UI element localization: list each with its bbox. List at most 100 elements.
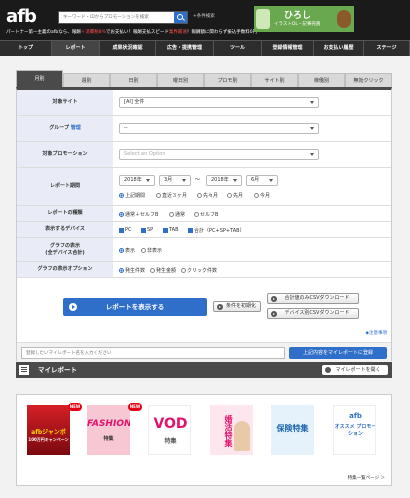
nav-item-registration[interactable]: 登録情報管理 — [262, 41, 314, 56]
condition-search-link[interactable]: +条件検索 — [193, 13, 215, 19]
show-report-button[interactable]: レポートを表示する — [63, 298, 207, 316]
type-option-normal[interactable]: 通常 — [169, 211, 185, 218]
device-label: 表示するデバイス — [17, 222, 113, 237]
row-site: 対象サイト [AI] 全件 — [17, 90, 391, 116]
feature-banner-insurance[interactable]: 保険特集 — [271, 405, 314, 455]
features-list-link[interactable]: 特集一覧ページ ＞ — [348, 475, 385, 481]
report-form-panel: 対象サイト [AI] 全件 グループ 管理 -- 対象プロモーション Selec… — [16, 87, 392, 362]
nav-item-ads[interactable]: 広告・提携管理 — [156, 41, 214, 56]
tab-promo[interactable]: プロモ別 — [204, 73, 251, 87]
reset-button[interactable]: 条件を初期化 — [213, 301, 261, 312]
notes-link[interactable]: ◆注意事項 — [366, 330, 387, 336]
afb-logo[interactable]: afb — [6, 6, 54, 27]
period-from-year[interactable]: 2018年 — [119, 175, 155, 186]
tab-daily[interactable]: 日別 — [110, 73, 157, 87]
myreport-open-button[interactable]: マイレポートを開く — [322, 365, 388, 375]
features-section: afbジャンボ 100万円キャンペーン NEW FASHION 特集 NEW V… — [16, 394, 392, 486]
play-icon — [325, 367, 331, 373]
feature-banner-konkatsu[interactable]: 婚活特集 — [210, 405, 253, 455]
site-label: 対象サイト — [17, 90, 113, 115]
group-manage-link[interactable]: 管理 — [71, 125, 81, 132]
period-option-3months[interactable]: 直近３ヶ月 — [156, 192, 187, 199]
row-graph-options: グラフの表示オプション 発生件数 発生金額 クリック件数 — [17, 262, 391, 278]
row-graph: グラフの表示 (全デバイス合計) 表示 非表示 — [17, 238, 391, 262]
report-type-label: レポートの種類 — [17, 206, 113, 221]
nav-item-payments[interactable]: お支払い履歴 — [314, 41, 364, 56]
feature-banner-fashion[interactable]: FASHION 特集 — [87, 405, 130, 455]
graph-label: グラフの表示 (全デバイス合計) — [17, 238, 113, 261]
row-period: レポート期間 2018年 3月 〜 2018年 6月 上記期間 直近３ヶ月 先々… — [17, 168, 391, 206]
nav-item-report[interactable]: レポート — [52, 41, 100, 56]
nav-item-tools[interactable]: ツール — [214, 41, 262, 56]
banner-subtitle: イラストDL・記事売買 — [274, 22, 321, 27]
report-tabs: 月別 週別 日別 曜日別 プロモ別 サイト別 稼働別 無効クリック — [16, 70, 392, 87]
play-icon — [69, 303, 77, 311]
graphopt-clicks[interactable]: クリック件数 — [181, 267, 217, 274]
banner-character-image — [256, 9, 270, 29]
nav-item-results[interactable]: 成果状況確認 — [100, 41, 156, 56]
myreport-name-input[interactable] — [21, 347, 285, 359]
grid-icon — [19, 365, 29, 375]
person-image — [234, 421, 250, 451]
search-input[interactable] — [59, 12, 175, 23]
tab-monthly[interactable]: 月別 — [16, 70, 63, 87]
group-select[interactable]: -- — [119, 123, 319, 134]
type-option-normal-selfb[interactable]: 通常＋セルフB — [119, 211, 158, 218]
tagline: パートナー第一主義のafbなら、報酬＋消費税8%でお支払い！報酬支払スピード業界… — [6, 30, 258, 35]
device-tab-checkbox[interactable]: TAB — [163, 227, 179, 233]
period-from-month[interactable]: 3月 — [159, 175, 191, 186]
new-badge: NEW — [68, 403, 82, 411]
type-option-selfb[interactable]: セルフB — [194, 211, 218, 218]
period-to-month[interactable]: 6月 — [246, 175, 278, 186]
graph-option-show[interactable]: 表示 — [119, 247, 135, 254]
banner-title: ひろし — [284, 11, 312, 21]
myreport-save-row: 上記内容をマイレポートに登録 — [17, 342, 391, 362]
myreport-title: マイレポート — [38, 366, 77, 374]
period-option-custom[interactable]: 上記期間 — [119, 192, 145, 199]
device-pc-checkbox[interactable]: PC — [119, 227, 132, 233]
period-to-year[interactable]: 2018年 — [206, 175, 242, 186]
tab-site[interactable]: サイト別 — [251, 73, 298, 87]
feature-banner-jumbo[interactable]: afbジャンボ 100万円キャンペーン — [27, 405, 70, 455]
tab-weekly[interactable]: 週別 — [63, 73, 110, 87]
csv-device-button[interactable]: デバイス別CSVダウンロード — [267, 308, 359, 319]
tab-activity[interactable]: 稼働別 — [298, 73, 345, 87]
csv-total-button[interactable]: 合計値のみCSVダウンロード — [267, 293, 359, 304]
period-option-lastmonth[interactable]: 先月 — [227, 192, 243, 199]
period-separator: 〜 — [195, 177, 201, 183]
new-badge: NEW — [128, 403, 142, 411]
play-icon — [271, 311, 277, 317]
play-icon — [217, 304, 223, 310]
promotion-label: 対象プロモーション — [17, 142, 113, 167]
period-option-thismonth[interactable]: 今月 — [254, 192, 270, 199]
period-option-2monthsago[interactable]: 先々月 — [197, 192, 218, 199]
tab-weekday[interactable]: 曜日別 — [157, 73, 204, 87]
row-promotion: 対象プロモーション Select an Option — [17, 142, 391, 168]
row-group: グループ 管理 -- — [17, 116, 391, 142]
graphopt-count[interactable]: 発生件数 — [119, 267, 145, 274]
myreport-save-button[interactable]: 上記内容をマイレポートに登録 — [289, 347, 387, 359]
banner-character-image-2 — [337, 10, 351, 28]
feature-banner-vod[interactable]: VOD 特集 — [148, 405, 191, 455]
device-sp-checkbox[interactable]: SP — [141, 227, 153, 233]
period-label: レポート期間 — [17, 168, 113, 205]
play-icon — [271, 296, 277, 302]
graphopt-amount[interactable]: 発生金額 — [150, 267, 176, 274]
promotion-select[interactable]: Select an Option — [119, 149, 319, 160]
nav-item-top[interactable]: トップ — [0, 41, 52, 56]
feature-banner-recommend[interactable]: afb オススメ プロモーション — [333, 405, 376, 455]
graph-option-hide[interactable]: 非表示 — [141, 247, 162, 254]
site-header: afb +条件検索 パートナー第一主義のafbなら、報酬＋消費税8%でお支払い！… — [0, 0, 410, 40]
site-select[interactable]: [AI] 全件 — [119, 97, 319, 108]
nav-item-stage[interactable]: ステージ — [364, 41, 410, 56]
tab-invalid-click[interactable]: 無効クリック — [345, 73, 392, 87]
device-total-checkbox[interactable]: 合計（PC+SP+TAB） — [188, 227, 245, 234]
group-label: グループ 管理 — [17, 116, 113, 141]
main-nav: トップ レポート 成果状況確認 広告・提携管理 ツール 登録情報管理 お支払い履… — [0, 40, 410, 56]
graph-options-label: グラフの表示オプション — [17, 262, 113, 277]
row-report-type: レポートの種類 通常＋セルフB 通常 セルフB — [17, 206, 391, 222]
myreport-bar: マイレポート マイレポートを開く — [16, 362, 392, 378]
search-box — [58, 11, 188, 24]
header-banner[interactable]: ひろし イラストDL・記事売買 — [254, 6, 354, 32]
search-icon[interactable] — [174, 12, 187, 23]
